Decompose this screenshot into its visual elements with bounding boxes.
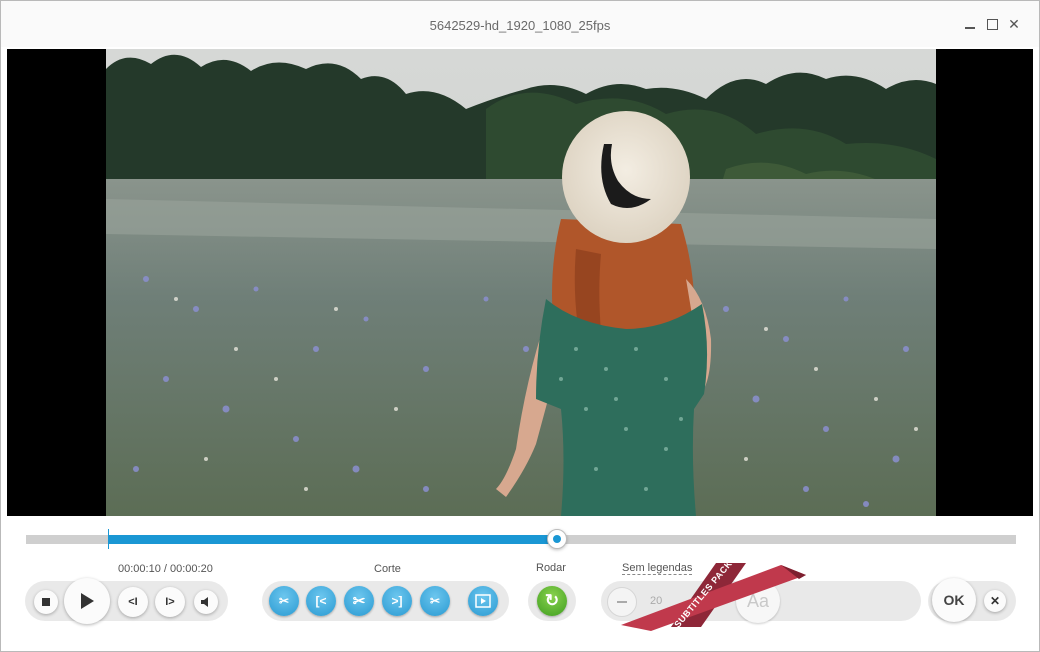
timeline-track[interactable] (26, 529, 1016, 549)
subtitles-dropdown[interactable]: Sem legendas (622, 562, 693, 575)
timeline-progress (109, 535, 556, 544)
ok-label: OK (943, 592, 965, 608)
title-bar: 5642529-hd_1920_1080_25fps ✕ (1, 1, 1039, 47)
previous-frame-icon: <I (128, 596, 138, 608)
preview-button[interactable] (468, 586, 498, 616)
next-frame-button[interactable]: I> (155, 587, 185, 617)
time-display: 00:00:10 / 00:00:20 (118, 563, 213, 575)
cut-end-button[interactable]: ✂ (420, 586, 450, 616)
cut-button[interactable]: ✂ (344, 586, 374, 616)
ok-button[interactable]: OK (932, 578, 976, 622)
minus-icon (617, 601, 627, 603)
rotate-icon: ↻ (544, 591, 560, 610)
cut-start-button[interactable]: ✂ (269, 586, 299, 616)
maximize-icon (986, 18, 998, 30)
cancel-button[interactable]: ✕ (984, 590, 1006, 612)
volume-button[interactable] (194, 590, 218, 614)
go-to-start-button[interactable]: [< (306, 586, 336, 616)
cut-label: Corte (374, 563, 401, 575)
subtitle-size-decrease-button[interactable] (607, 587, 637, 617)
scissors-end-icon: ✂ (429, 594, 441, 608)
video-preview[interactable] (7, 49, 1033, 516)
close-window-button[interactable]: ✕ (1005, 15, 1023, 33)
next-frame-icon: I> (165, 596, 175, 608)
go-to-start-icon: [< (315, 594, 327, 608)
video-frame-image (106, 49, 936, 516)
subtitle-font-button[interactable]: Aa (736, 579, 780, 623)
scissors-start-icon: ✂ (278, 594, 290, 608)
minimize-button[interactable] (961, 15, 979, 33)
window-title: 5642529-hd_1920_1080_25fps (429, 18, 611, 33)
previous-frame-button[interactable]: <I (118, 587, 148, 617)
go-to-end-button[interactable]: >] (382, 586, 412, 616)
subtitle-font-label: Aa (746, 590, 770, 611)
rotate-button[interactable]: ↻ (537, 586, 567, 616)
play-icon (81, 593, 94, 609)
close-icon: ✕ (989, 594, 1001, 608)
converter-window: 5642529-hd_1920_1080_25fps ✕ 00:00:10 / … (0, 0, 1040, 652)
rotate-label: Rodar (536, 562, 566, 574)
speaker-icon (201, 597, 208, 607)
play-button[interactable] (64, 578, 110, 624)
trim-start-marker[interactable] (108, 529, 109, 549)
close-icon: ✕ (1008, 15, 1020, 32)
maximize-button[interactable] (983, 15, 1001, 33)
video-frame (106, 49, 936, 516)
film-icon (475, 594, 491, 608)
subtitle-size-value: 20 (650, 595, 663, 607)
minimize-icon (965, 27, 975, 29)
scissors-icon: ✂ (352, 593, 366, 610)
stop-icon (42, 598, 50, 606)
timeline-handle[interactable] (546, 529, 567, 549)
stop-button[interactable] (34, 590, 58, 614)
go-to-end-icon: >] (391, 594, 403, 608)
